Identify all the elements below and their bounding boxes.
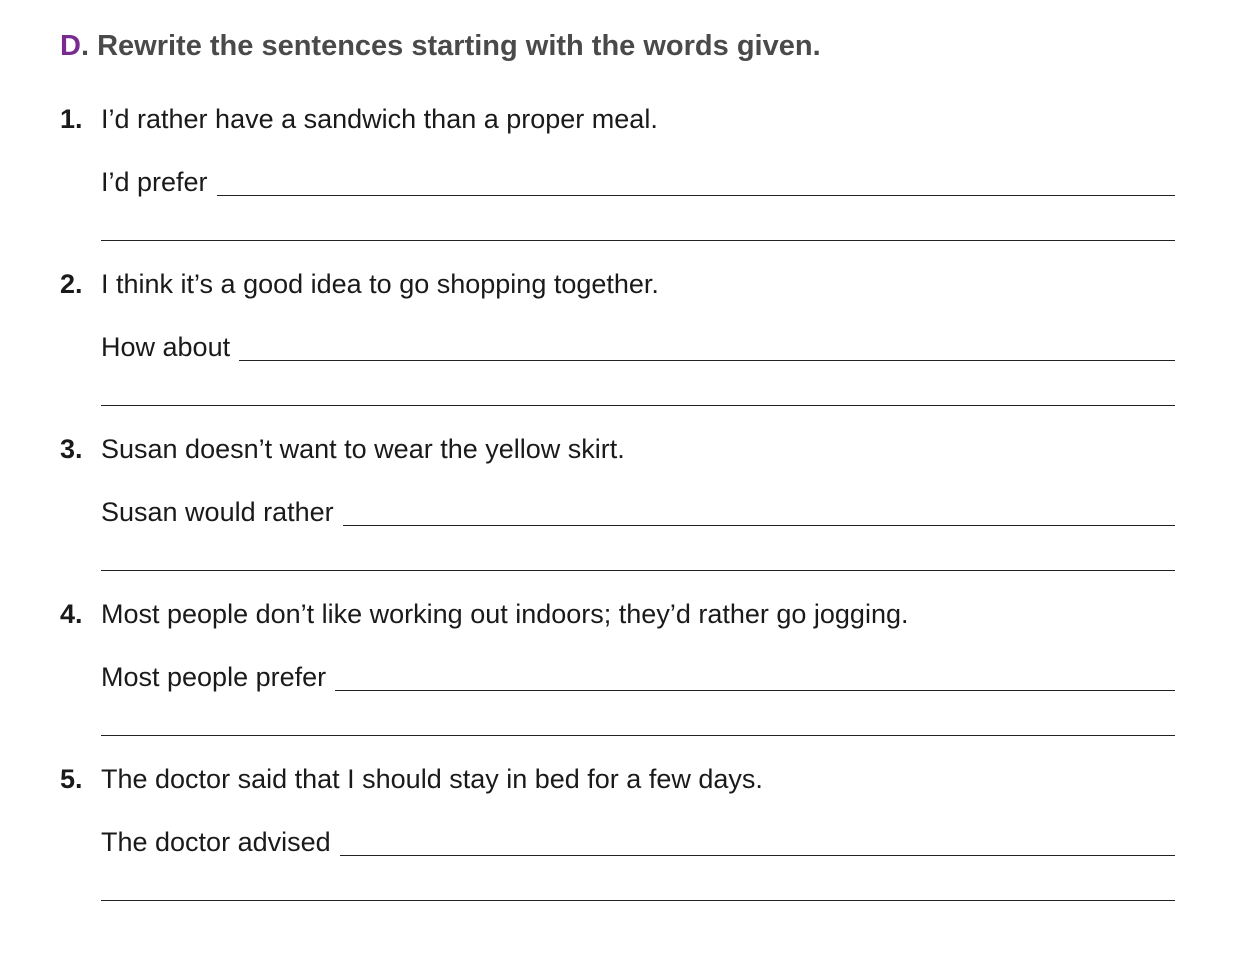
section-letter: D xyxy=(60,30,81,62)
answer-row: Susan would rather xyxy=(101,495,1175,528)
answer-row: How about xyxy=(101,330,1175,363)
answer-row: I’d prefer xyxy=(101,165,1175,198)
answer-line-1[interactable] xyxy=(239,330,1175,361)
exercise-number: 4. xyxy=(60,599,83,629)
exercise-1: 1. I’d rather have a sandwich than a pro… xyxy=(0,104,1235,269)
section-letter-dot: . xyxy=(80,30,90,62)
exercise-number: 3. xyxy=(60,434,83,464)
exercise-sentence: I think it’s a good idea to go shopping … xyxy=(101,269,659,299)
answer-line-2[interactable] xyxy=(101,872,1175,901)
answer-line-1[interactable] xyxy=(216,165,1175,196)
answer-line-2[interactable] xyxy=(101,212,1175,241)
answer-prompt: How about xyxy=(101,332,231,362)
answer-prompt: I’d prefer xyxy=(101,167,208,197)
answer-prompt: The doctor advised xyxy=(101,827,331,857)
exercise-sentence: Most people don’t like working out indoo… xyxy=(101,599,909,629)
exercise-sentence: I’d rather have a sandwich than a proper… xyxy=(101,104,658,134)
instruction-text: Rewrite the sentences starting with the … xyxy=(97,30,821,62)
answer-line-2[interactable] xyxy=(101,707,1175,736)
exercise-4: 4. Most people don’t like working out in… xyxy=(0,599,1235,764)
exercise-number: 1. xyxy=(60,104,83,134)
answer-line-1[interactable] xyxy=(339,825,1175,856)
section-heading: D. Rewrite the sentences starting with t… xyxy=(60,30,821,63)
exercise-2: 2. I think it’s a good idea to go shoppi… xyxy=(0,269,1235,434)
exercise-sentence: Susan doesn’t want to wear the yellow sk… xyxy=(101,434,625,464)
answer-line-1[interactable] xyxy=(335,660,1175,691)
exercise-number: 5. xyxy=(60,764,83,794)
answer-line-2[interactable] xyxy=(101,542,1175,571)
answer-prompt: Susan would rather xyxy=(101,497,334,527)
answer-prompt: Most people prefer xyxy=(101,662,327,692)
answer-line-2[interactable] xyxy=(101,377,1175,406)
answer-row: Most people prefer xyxy=(101,660,1175,693)
answer-line-1[interactable] xyxy=(342,495,1175,526)
exercise-5: 5. The doctor said that I should stay in… xyxy=(0,764,1235,929)
answer-row: The doctor advised xyxy=(101,825,1175,858)
exercise-sentence: The doctor said that I should stay in be… xyxy=(101,764,763,794)
exercise-3: 3. Susan doesn’t want to wear the yellow… xyxy=(0,434,1235,599)
exercise-number: 2. xyxy=(60,269,83,299)
